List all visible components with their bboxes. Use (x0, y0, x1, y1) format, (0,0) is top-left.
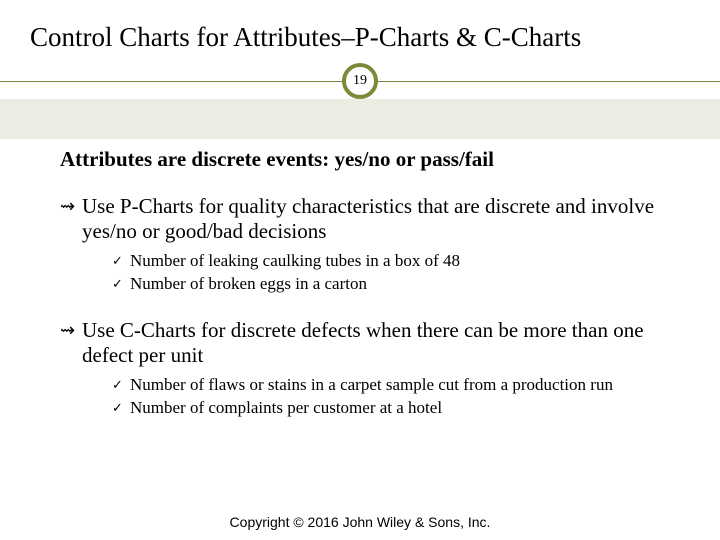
swirl-bullet-icon: ⇝ (60, 320, 75, 341)
list-item: ✓ Number of leaking caulking tubes in a … (112, 250, 668, 273)
list-item: ✓ Number of complaints per customer at a… (112, 397, 668, 420)
sub-text: Number of complaints per customer at a h… (130, 398, 442, 417)
point-text: Use C-Charts for discrete defects when t… (82, 318, 644, 367)
page-number-badge: 19 (342, 63, 378, 99)
list-item: ✓ Number of broken eggs in a carton (112, 273, 668, 296)
sub-text: Number of flaws or stains in a carpet sa… (130, 375, 613, 394)
accent-band (0, 99, 720, 139)
check-bullet-icon: ✓ (112, 252, 123, 270)
point-text: Use P-Charts for quality characteristics… (82, 194, 654, 243)
copyright-footer: Copyright © 2016 John Wiley & Sons, Inc. (0, 514, 720, 530)
bullet-point: ⇝ Use P-Charts for quality characteristi… (60, 194, 668, 244)
check-bullet-icon: ✓ (112, 399, 123, 417)
swirl-bullet-icon: ⇝ (60, 196, 75, 217)
sub-text: Number of leaking caulking tubes in a bo… (130, 251, 460, 270)
sub-list: ✓ Number of flaws or stains in a carpet … (112, 374, 668, 420)
bullet-point: ⇝ Use C-Charts for discrete defects when… (60, 318, 668, 368)
intro-text: Attributes are discrete events: yes/no o… (60, 147, 668, 172)
check-bullet-icon: ✓ (112, 376, 123, 394)
sub-text: Number of broken eggs in a carton (130, 274, 367, 293)
slide: Control Charts for Attributes–P-Charts &… (0, 0, 720, 540)
list-item: ✓ Number of flaws or stains in a carpet … (112, 374, 668, 397)
check-bullet-icon: ✓ (112, 275, 123, 293)
sub-list: ✓ Number of leaking caulking tubes in a … (112, 250, 668, 296)
content-area: Attributes are discrete events: yes/no o… (0, 147, 720, 420)
divider-row: 19 (0, 63, 720, 99)
slide-title: Control Charts for Attributes–P-Charts &… (0, 0, 720, 63)
